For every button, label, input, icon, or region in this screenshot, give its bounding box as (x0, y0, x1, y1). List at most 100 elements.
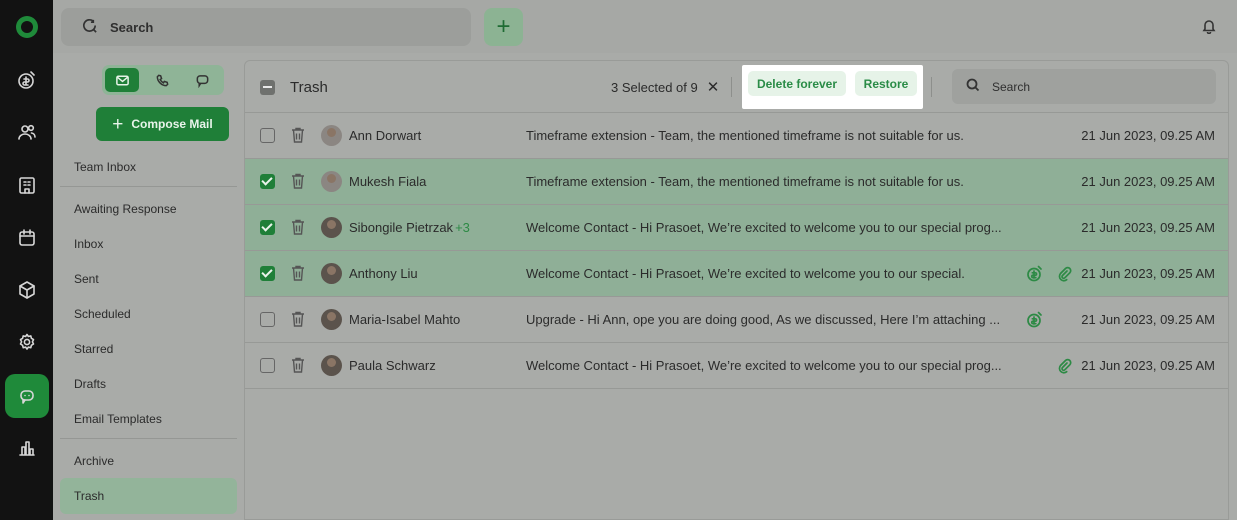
nav-team-inbox[interactable]: Team Inbox (74, 160, 136, 174)
trash-icon[interactable] (290, 310, 306, 328)
chat-icon (196, 74, 208, 88)
row-checkbox[interactable] (260, 312, 275, 327)
settings-gear-icon[interactable] (0, 322, 53, 362)
compose-mail-button[interactable]: + Compose Mail (96, 107, 229, 141)
email-row[interactable]: Ann Dorwart Timeframe extension - Team, … (245, 113, 1228, 159)
conversations-icon[interactable] (5, 374, 49, 418)
plus-icon: + (496, 13, 511, 40)
nav-trash[interactable]: Trash (74, 489, 104, 503)
plus-icon: + (112, 113, 124, 135)
sender-name: Mukesh Fiala (349, 174, 427, 189)
restore-button[interactable]: Restore (855, 71, 917, 96)
trash-icon[interactable] (290, 356, 306, 374)
nav-divider (60, 438, 237, 439)
reports-icon[interactable] (0, 428, 53, 468)
nav-inbox[interactable]: Inbox (74, 237, 103, 251)
companies-icon[interactable] (0, 165, 53, 205)
deals-icon[interactable] (0, 60, 53, 100)
row-checkbox[interactable] (260, 174, 275, 189)
avatar (321, 355, 342, 376)
nav-drafts[interactable]: Drafts (74, 377, 106, 391)
sender-name: Anthony Liu (349, 266, 418, 281)
page-title: Trash (290, 79, 328, 96)
tab-calls[interactable] (145, 68, 179, 92)
products-icon[interactable] (0, 270, 53, 310)
row-checkbox[interactable] (260, 128, 275, 143)
email-date: 21 Jun 2023, 09.25 AM (1081, 174, 1215, 189)
deal-icon[interactable] (1026, 311, 1043, 328)
email-row[interactable]: Maria-Isabel Mahto Upgrade - Hi Ann, ope… (245, 297, 1228, 343)
selection-count: 3 Selected of 9 (611, 80, 698, 95)
nav-email-templates[interactable]: Email Templates (74, 412, 162, 426)
clear-selection-icon[interactable]: ✕ (707, 80, 720, 95)
email-preview: Welcome Contact - Hi Prasoet, We’re exci… (526, 266, 965, 281)
mail-navigation: + Compose Mail Team Inbox Awaiting Respo… (53, 53, 244, 520)
attachment-icon[interactable] (1056, 265, 1073, 282)
mail-icon (115, 75, 129, 85)
calendar-icon[interactable] (0, 218, 53, 258)
add-button[interactable]: + (484, 8, 523, 46)
trash-icon[interactable] (290, 172, 306, 190)
delete-forever-button[interactable]: Delete forever (748, 71, 846, 96)
nav-scheduled[interactable]: Scheduled (74, 307, 131, 321)
email-row[interactable]: Sibongile Pietrzak +3 Welcome Contact - H… (245, 205, 1228, 251)
search-icon (81, 17, 98, 37)
email-row[interactable]: Paula Schwarz Welcome Contact - Hi Praso… (245, 343, 1228, 389)
tab-chat[interactable] (185, 68, 219, 92)
nav-divider (60, 186, 237, 187)
divider (931, 77, 932, 97)
nav-archive[interactable]: Archive (74, 454, 114, 468)
avatar (321, 125, 342, 146)
app-logo (16, 16, 38, 38)
avatar (321, 171, 342, 192)
phone-icon (156, 74, 168, 86)
email-date: 21 Jun 2023, 09.25 AM (1081, 220, 1215, 235)
row-checkbox[interactable] (260, 358, 275, 373)
notification-bell-icon[interactable] (1201, 18, 1217, 35)
top-bar: Search + (53, 0, 1237, 53)
row-checkbox[interactable] (260, 266, 275, 281)
panel-header: Trash 3 Selected of 9 ✕ Delete forever R… (245, 61, 1228, 113)
divider (731, 77, 732, 97)
email-preview: Upgrade - Hi Ann, ope you are doing good… (526, 312, 1001, 327)
deal-icon[interactable] (1026, 265, 1043, 282)
nav-awaiting-response[interactable]: Awaiting Response (74, 202, 177, 216)
trash-icon[interactable] (290, 264, 306, 282)
email-preview: Welcome Contact - Hi Prasoet, We’re exci… (526, 220, 1002, 235)
avatar (321, 309, 342, 330)
trash-panel: Trash 3 Selected of 9 ✕ Delete forever R… (244, 60, 1229, 520)
email-row[interactable]: Anthony Liu Welcome Contact - Hi Prasoet… (245, 251, 1228, 297)
contacts-icon[interactable] (0, 112, 53, 152)
nav-starred[interactable]: Starred (74, 342, 113, 356)
search-icon (966, 78, 980, 95)
extra-recipients-count: +3 (455, 220, 470, 235)
sender-name: Paula Schwarz (349, 358, 436, 373)
main-area: Search + + Compose Mail Team Inbox Await… (53, 0, 1237, 520)
trash-icon[interactable] (290, 218, 306, 236)
trash-icon[interactable] (290, 126, 306, 144)
sender-name: Ann Dorwart (349, 128, 422, 143)
attachment-icon[interactable] (1056, 357, 1073, 374)
email-preview: Timeframe extension - Team, the mentione… (526, 174, 964, 189)
email-row[interactable]: Mukesh Fiala Timeframe extension - Team,… (245, 159, 1228, 205)
panel-search-input[interactable]: Search (952, 69, 1216, 104)
avatar (321, 217, 342, 238)
global-search-label: Search (110, 19, 154, 35)
selection-info: 3 Selected of 9 ✕ (611, 80, 719, 95)
channel-tabs (102, 65, 224, 95)
sender-name: Maria-Isabel Mahto (349, 312, 461, 327)
compose-mail-label: Compose Mail (131, 117, 213, 131)
panel-search-placeholder: Search (992, 79, 1031, 94)
email-date: 21 Jun 2023, 09.25 AM (1081, 312, 1215, 327)
email-date: 21 Jun 2023, 09.25 AM (1081, 128, 1215, 143)
email-date: 21 Jun 2023, 09.25 AM (1081, 266, 1215, 281)
avatar (321, 263, 342, 284)
sender-name: Sibongile Pietrzak +3 (349, 220, 470, 235)
email-preview: Welcome Contact - Hi Prasoet, We’re exci… (526, 358, 1002, 373)
row-checkbox[interactable] (260, 220, 275, 235)
app-rail (0, 0, 53, 520)
tab-email[interactable] (105, 68, 139, 92)
global-search[interactable]: Search (61, 8, 471, 46)
select-all-checkbox[interactable] (260, 80, 275, 95)
nav-sent[interactable]: Sent (74, 272, 99, 286)
